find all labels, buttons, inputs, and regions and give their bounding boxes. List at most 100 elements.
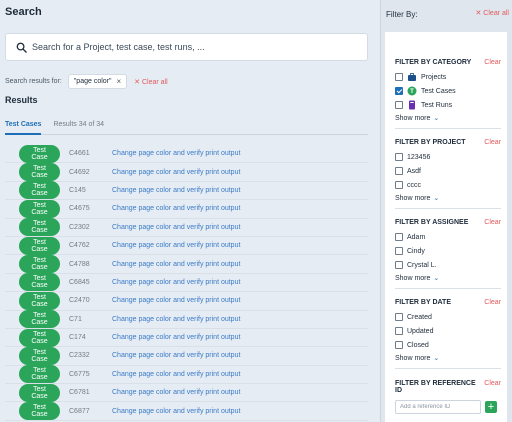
filter-option-date[interactable]: Created bbox=[395, 310, 501, 324]
table-row[interactable]: Test Case C4762 Change page color and veri… bbox=[5, 236, 368, 256]
search-box[interactable] bbox=[5, 33, 368, 61]
filter-option-test-runs[interactable]: Test Runs bbox=[395, 98, 501, 112]
assignee-checkbox[interactable] bbox=[395, 233, 403, 241]
filter-category-heading: FILTER BY CATEGORY bbox=[395, 59, 472, 66]
test-case-title-link[interactable]: Change page color and verify print outpu… bbox=[112, 334, 240, 341]
filter-project-clear[interactable]: Clear bbox=[484, 139, 501, 146]
filter-by-title: Filter By: bbox=[386, 10, 418, 19]
project-checkbox[interactable] bbox=[395, 181, 403, 189]
date-checkbox[interactable] bbox=[395, 327, 403, 335]
page-title: Search bbox=[5, 6, 42, 18]
test-case-title-link[interactable]: Change page color and verify print outpu… bbox=[112, 242, 240, 249]
chevron-down-icon: ⌄ bbox=[433, 115, 440, 122]
test-case-title-link[interactable]: Change page color and verify print outpu… bbox=[112, 279, 240, 286]
filter-option-projects[interactable]: Projects bbox=[395, 70, 501, 84]
filter-category-clear[interactable]: Clear bbox=[484, 59, 501, 66]
test-case-title-link[interactable]: Change page color and verify print outpu… bbox=[112, 297, 240, 304]
table-row[interactable]: Test Case C6845 Change page color and veri… bbox=[5, 273, 368, 293]
table-row[interactable]: Test Case C6877 Change page color and veri… bbox=[5, 402, 368, 421]
project-checkbox[interactable] bbox=[395, 167, 403, 175]
table-row[interactable]: Test Case C4692 Change page color and veri… bbox=[5, 163, 368, 182]
filter-assignee-clear[interactable]: Clear bbox=[484, 219, 501, 226]
date-show-more[interactable]: Show more ⌄ bbox=[395, 354, 501, 363]
assignee-checkbox[interactable] bbox=[395, 247, 403, 255]
test-case-title-link[interactable]: Change page color and verify print outpu… bbox=[112, 371, 240, 378]
filter-reference-clear[interactable]: Clear bbox=[484, 380, 501, 394]
projects-checkbox[interactable] bbox=[395, 73, 403, 81]
date-checkbox[interactable] bbox=[395, 341, 403, 349]
filter-option-project[interactable]: cccc bbox=[395, 178, 501, 192]
test-case-id: C2470 bbox=[69, 297, 90, 305]
date-checkbox[interactable] bbox=[395, 313, 403, 321]
category-show-more[interactable]: Show more ⌄ bbox=[395, 114, 501, 123]
test-case-title-link[interactable]: Change page color and verify print outpu… bbox=[112, 187, 240, 194]
filter-category-section: FILTER BY CATEGORY Clear Projects T Test bbox=[395, 59, 501, 129]
test-case-badge: Test Case bbox=[19, 236, 60, 255]
search-term-chip-label: "page color" bbox=[73, 78, 112, 85]
filter-reference-section: FILTER BY REFERENCE ID Clear + bbox=[395, 380, 501, 414]
filter-option-test-cases[interactable]: T Test Cases bbox=[395, 84, 501, 98]
tab-test-cases[interactable]: Test Cases bbox=[5, 121, 42, 135]
table-row[interactable]: Test Case C6775 Change page color and veri… bbox=[5, 365, 368, 385]
assignee-show-more[interactable]: Show more ⌄ bbox=[395, 274, 501, 283]
test-case-badge: Test Case bbox=[19, 255, 60, 274]
test-case-title-link[interactable]: Change page color and verify print outpu… bbox=[112, 352, 240, 359]
show-more-label: Show more bbox=[395, 354, 431, 362]
filter-option-date[interactable]: Updated bbox=[395, 324, 501, 338]
filter-option-project[interactable]: Asdf bbox=[395, 164, 501, 178]
test-case-badge: Test Case bbox=[19, 402, 60, 421]
test-runs-checkbox[interactable] bbox=[395, 101, 403, 109]
filter-date-clear[interactable]: Clear bbox=[484, 299, 501, 306]
test-case-title-link[interactable]: Change page color and verify print outpu… bbox=[112, 169, 240, 176]
table-row[interactable]: Test Case C71 Change page color and verify… bbox=[5, 310, 368, 329]
test-case-badge: Test Case bbox=[19, 144, 60, 163]
table-row[interactable]: Test Case C4675 Change page color and veri… bbox=[5, 199, 368, 219]
chevron-down-icon: ⌄ bbox=[433, 355, 440, 362]
chevron-down-icon: ⌄ bbox=[433, 275, 440, 282]
table-row[interactable]: Test Case C2302 Change page color and veri… bbox=[5, 218, 368, 237]
table-row[interactable]: Test Case C2332 Change page color and veri… bbox=[5, 347, 368, 366]
test-case-badge: Test Case bbox=[19, 347, 60, 365]
test-case-title-link[interactable]: Change page color and verify print outpu… bbox=[112, 150, 240, 157]
assignee-checkbox[interactable] bbox=[395, 261, 403, 269]
search-icon bbox=[16, 42, 27, 53]
filter-option-assignee[interactable]: Cindy bbox=[395, 244, 501, 258]
filter-option-label: Updated bbox=[407, 327, 434, 335]
table-row[interactable]: Test Case C4661 Change page color and veri… bbox=[5, 144, 368, 164]
test-case-id: C6781 bbox=[69, 389, 90, 397]
test-case-title-link[interactable]: Change page color and verify print outpu… bbox=[112, 316, 240, 323]
filter-option-assignee[interactable]: Adam bbox=[395, 230, 501, 244]
clear-all-search-link[interactable]: ✕ Clear all bbox=[134, 78, 168, 86]
table-row[interactable]: Test Case C2470 Change page color and veri… bbox=[5, 291, 368, 311]
table-row[interactable]: Test Case C6781 Change page color and veri… bbox=[5, 383, 368, 403]
test-case-title-link[interactable]: Change page color and verify print outpu… bbox=[112, 224, 240, 231]
reference-id-input[interactable] bbox=[395, 400, 481, 414]
filter-option-date[interactable]: Closed bbox=[395, 338, 501, 352]
add-reference-button[interactable]: + bbox=[485, 401, 497, 413]
search-input[interactable] bbox=[32, 42, 332, 52]
filter-option-label: Created bbox=[407, 313, 432, 321]
test-case-badge: Test Case bbox=[19, 273, 60, 292]
test-case-title-link[interactable]: Change page color and verify print outpu… bbox=[112, 205, 240, 212]
table-row[interactable]: Test Case C145 Change page color and verif… bbox=[5, 181, 368, 201]
clear-all-filters-link[interactable]: ✕ Clear all bbox=[476, 9, 510, 17]
filter-option-project[interactable]: 123456 bbox=[395, 150, 501, 164]
test-case-id: C4661 bbox=[69, 150, 90, 158]
test-case-title-link[interactable]: Change page color and verify print outpu… bbox=[112, 389, 240, 396]
test-case-badge: Test Case bbox=[19, 199, 60, 218]
filter-option-label: Closed bbox=[407, 341, 429, 349]
search-results-for-label: Search results for: bbox=[5, 78, 62, 85]
test-case-title-link[interactable]: Change page color and verify print outpu… bbox=[112, 408, 240, 415]
table-row[interactable]: Test Case C4788 Change page color and veri… bbox=[5, 255, 368, 274]
chip-close-icon[interactable]: × bbox=[116, 77, 121, 86]
project-show-more[interactable]: Show more ⌄ bbox=[395, 194, 501, 203]
project-checkbox[interactable] bbox=[395, 153, 403, 161]
show-more-label: Show more bbox=[395, 114, 431, 122]
table-row[interactable]: Test Case C174 Change page color and verif… bbox=[5, 328, 368, 348]
results-heading: Results bbox=[5, 95, 38, 105]
test-cases-checkbox[interactable] bbox=[395, 87, 403, 95]
filter-option-assignee[interactable]: Crystal L. bbox=[395, 258, 501, 272]
filter-reference-heading-line1: FILTER BY REFERENCE bbox=[395, 380, 476, 387]
test-case-title-link[interactable]: Change page color and verify print outpu… bbox=[112, 261, 240, 268]
filter-project-heading: FILTER BY PROJECT bbox=[395, 139, 466, 146]
